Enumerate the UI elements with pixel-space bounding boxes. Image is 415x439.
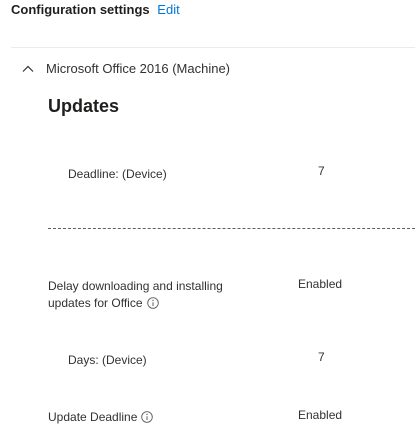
setting-value-days-device: 7 [318,350,325,364]
setting-label-update-deadline-text: Update Deadline [48,410,138,424]
section-toggle-office-2016[interactable]: Microsoft Office 2016 (Machine) [21,61,230,76]
header-divider [11,47,415,48]
chevron-up-icon [22,65,34,72]
section-title: Microsoft Office 2016 (Machine) [46,61,230,76]
dashed-divider [48,228,415,229]
configuration-settings-page: Configuration settings Edit Microsoft Of… [0,0,415,439]
info-icon[interactable] [141,411,154,423]
edit-link[interactable]: Edit [157,2,179,17]
setting-label-update-deadline: Update Deadline [48,409,154,426]
info-icon[interactable] [146,297,159,309]
config-settings-title: Configuration settings [11,2,150,17]
group-title: Updates [48,96,120,116]
setting-label-line1: Delay downloading and installing [48,279,223,293]
config-header: Configuration settings Edit [11,2,180,17]
setting-value-delay-downloading: Enabled [298,277,343,291]
setting-label-delay-downloading: Delay downloading and installing updates… [48,278,223,312]
setting-label-line2-text: updates for Office [48,296,143,310]
setting-value-update-deadline: Enabled [298,408,343,422]
setting-label-line2: updates for Office [48,295,223,312]
setting-label-deadline-device: Deadline: (Device) [68,167,167,181]
setting-value-deadline-device: 7 [318,164,325,178]
setting-label-days-device: Days: (Device) [68,353,147,367]
